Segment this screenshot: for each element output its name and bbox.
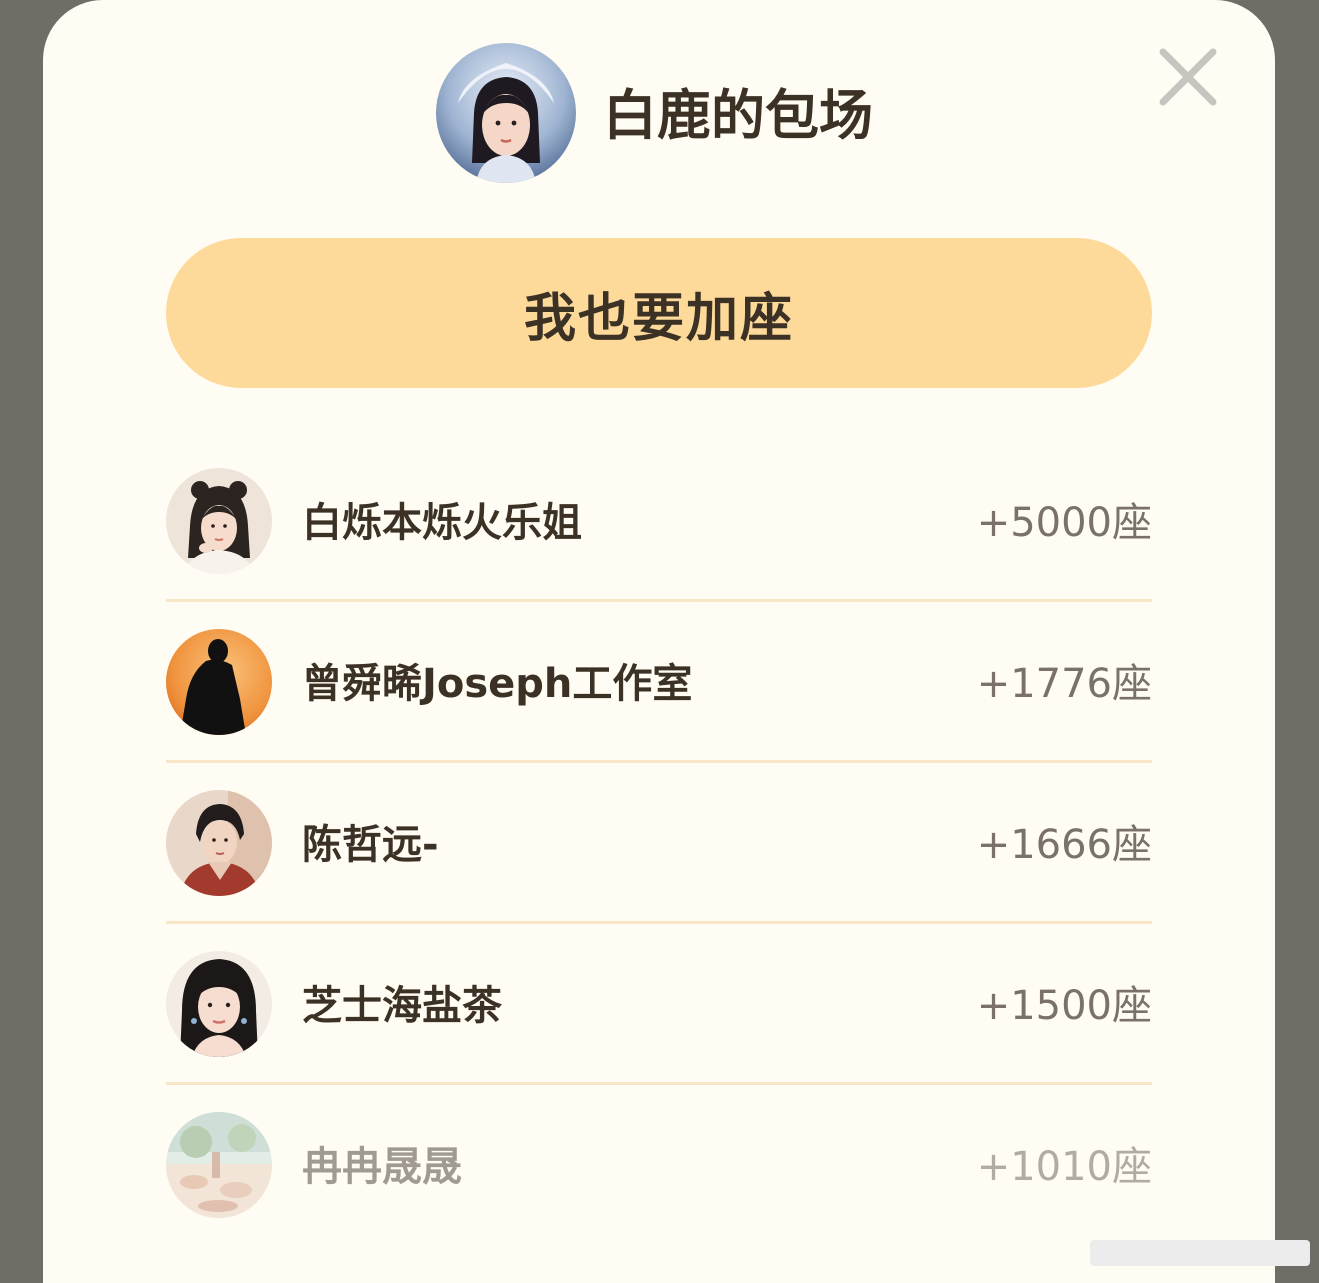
seat-booking-sheet: 白鹿的包场 我也要加座 白烁本烁火乐姐 +5000座 曾舜晞Joseph工作室 …	[43, 0, 1275, 1283]
seat-count: +5000座	[976, 500, 1152, 546]
contributor-list: 白烁本烁火乐姐 +5000座 曾舜晞Joseph工作室 +1776座 陈哲远- …	[166, 441, 1152, 1246]
scenery-icon	[166, 1112, 272, 1218]
user-name: 冉冉晟晟	[302, 1144, 462, 1190]
seat-count: +1776座	[976, 661, 1152, 707]
close-icon	[1159, 48, 1217, 106]
seat-count: +1010座	[976, 1144, 1152, 1190]
portrait-icon	[436, 43, 576, 183]
user-avatar	[166, 1112, 272, 1218]
portrait-icon	[166, 468, 272, 574]
close-button[interactable]	[1153, 42, 1223, 112]
list-item[interactable]: 芝士海盐茶 +1500座	[166, 924, 1152, 1085]
user-name: 曾舜晞Joseph工作室	[302, 661, 693, 707]
portrait-icon	[166, 790, 272, 896]
host-avatar	[436, 43, 576, 183]
list-item[interactable]: 曾舜晞Joseph工作室 +1776座	[166, 602, 1152, 763]
user-avatar	[166, 790, 272, 896]
join-seat-button[interactable]: 我也要加座	[166, 238, 1152, 388]
seat-count: +1666座	[976, 822, 1152, 868]
user-name: 陈哲远-	[302, 822, 439, 868]
home-indicator	[1090, 1240, 1310, 1266]
list-item[interactable]: 白烁本烁火乐姐 +5000座	[166, 441, 1152, 602]
page-title: 白鹿的包场	[603, 84, 873, 147]
user-avatar	[166, 629, 272, 735]
seat-count: +1500座	[976, 983, 1152, 1029]
portrait-icon	[166, 951, 272, 1057]
user-name: 芝士海盐茶	[302, 983, 502, 1029]
silhouette-icon	[166, 629, 272, 735]
user-avatar	[166, 951, 272, 1057]
user-name: 白烁本烁火乐姐	[302, 500, 582, 546]
user-avatar	[166, 468, 272, 574]
list-item[interactable]: 陈哲远- +1666座	[166, 763, 1152, 924]
list-item[interactable]: 冉冉晟晟 +1010座	[166, 1085, 1152, 1246]
